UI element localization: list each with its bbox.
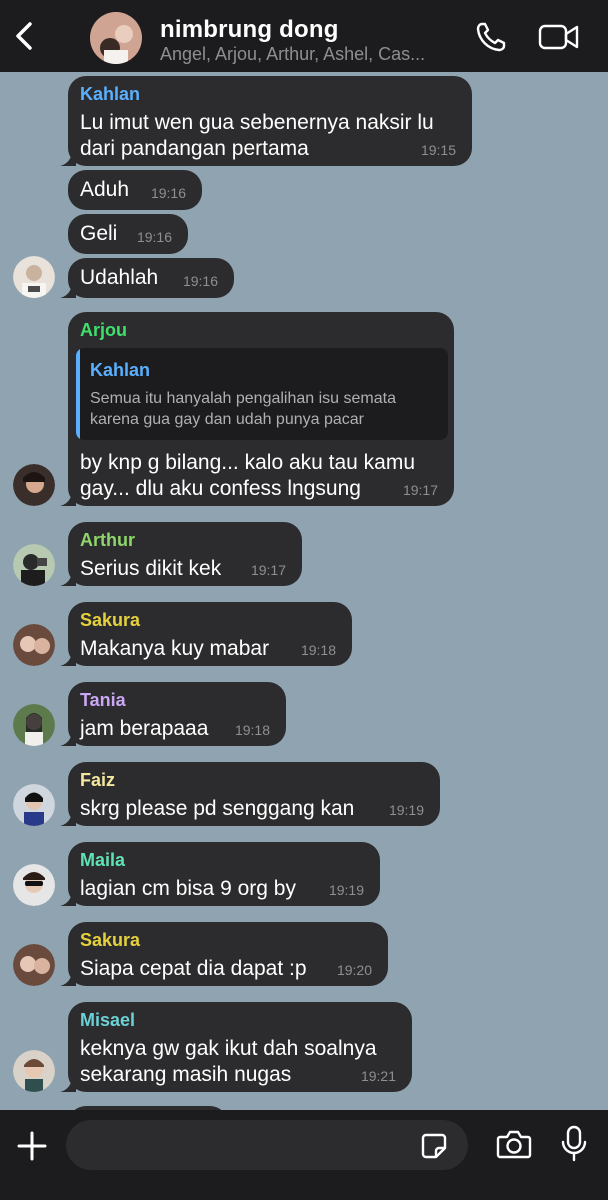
chat-header: nimbrung dong Angel, Arjou, Arthur, Ashe… — [0, 0, 608, 72]
message-bubble[interactable]: Udahlah 19:16 — [68, 258, 234, 298]
group-members[interactable]: Angel, Arjou, Arthur, Ashel, Cas... — [160, 44, 425, 65]
message-text: skrg please pd senggang kan — [80, 797, 355, 820]
sender-name: Sakura — [80, 930, 141, 950]
message-bubble[interactable]: Arjou Kahlan Semua itu hanyalah pengalih… — [68, 312, 454, 506]
message-bubble[interactable]: Sakura Siapa cepat dia dapat :p 19:20 — [68, 922, 388, 986]
message-time: 19:18 — [300, 642, 336, 658]
avatar[interactable] — [13, 864, 55, 906]
message-text: dari pandangan pertama — [80, 137, 309, 160]
sticker-icon — [421, 1133, 447, 1159]
message-text: Geli — [80, 222, 118, 245]
group-avatar[interactable] — [90, 12, 142, 64]
message-bubble[interactable]: Misael keknya gw gak ikut dah soalnya se… — [68, 1002, 412, 1092]
message-time: 19:15 — [420, 142, 456, 158]
message-bubble[interactable]: Geli 19:16 — [68, 214, 188, 254]
avatar[interactable] — [13, 784, 55, 826]
message-time: 19:16 — [182, 273, 218, 289]
back-button[interactable] — [10, 18, 40, 54]
sender-name: Faiz — [80, 770, 116, 790]
message-time: 19:17 — [402, 482, 438, 498]
message-text: Siapa cepat dia dapat :p — [80, 957, 307, 980]
avatar[interactable] — [13, 944, 55, 986]
sender-name: Sakura — [80, 610, 141, 630]
sender-name: Maila — [80, 850, 126, 870]
video-camera-icon — [538, 24, 579, 50]
avatar[interactable] — [13, 624, 55, 666]
chevron-left-icon — [16, 22, 32, 50]
reply-accent-bar — [76, 348, 80, 440]
sender-name: Arjou — [80, 320, 127, 340]
microphone-icon — [561, 1125, 587, 1162]
plus-icon — [17, 1131, 47, 1161]
sender-name: Arthur — [80, 530, 135, 550]
message-bubble[interactable]: Maila lagian cm bisa 9 org by 19:19 — [68, 842, 380, 906]
camera-button[interactable] — [496, 1128, 532, 1165]
sender-name: Misael — [80, 1010, 136, 1030]
message-text: Udahlah — [80, 266, 159, 289]
microphone-button[interactable] — [560, 1124, 588, 1169]
avatar[interactable] — [13, 256, 55, 298]
message-time: 19:16 — [136, 229, 172, 245]
call-button[interactable] — [474, 20, 508, 59]
message-bubble[interactable]: Aduh 19:16 — [68, 170, 202, 210]
phone-icon — [476, 22, 506, 52]
reply-text: karena gua gay dan udah punya pacar — [90, 411, 364, 428]
message-text: Aduh — [80, 178, 130, 201]
quoted-reply[interactable]: Kahlan Semua itu hanyalah pengalihan isu… — [76, 348, 448, 440]
message-text: Makanya kuy mabar — [80, 637, 270, 660]
message-time: 19:21 — [360, 1068, 396, 1084]
camera-icon — [496, 1130, 532, 1159]
reply-text: Semua itu hanyalah pengalihan isu semata — [90, 390, 396, 407]
message-time: 19:19 — [388, 802, 424, 818]
message-time: 19:17 — [250, 562, 286, 578]
message-text: keknya gw gak ikut dah soalnya — [80, 1037, 377, 1060]
message-bubble[interactable]: Faiz skrg please pd senggang kan 19:19 — [68, 762, 440, 826]
avatar[interactable] — [13, 464, 55, 506]
video-call-button[interactable] — [538, 22, 580, 57]
avatar[interactable] — [13, 704, 55, 746]
message-composer — [0, 1110, 608, 1200]
message-time: 19:18 — [234, 722, 270, 738]
message-text: by knp g bilang... kalo aku tau kamu — [80, 451, 416, 474]
message-text: Lu imut wen gua sebenernya naksir lu — [80, 111, 434, 134]
message-time: 19:16 — [150, 185, 186, 201]
message-text: sekarang masih nugas — [80, 1063, 292, 1086]
group-title[interactable]: nimbrung dong — [160, 16, 339, 44]
message-text: gay... dlu aku confess lngsung — [80, 477, 361, 500]
message-text: lagian cm bisa 9 org by — [80, 877, 296, 900]
message-time: 19:20 — [336, 962, 372, 978]
message-list[interactable]: Kahlan Lu imut wen gua sebenernya naksir… — [0, 72, 608, 1110]
sender-name: Tania — [80, 690, 126, 710]
message-text: jam berapaaa — [80, 717, 209, 740]
message-time: 19:19 — [328, 882, 364, 898]
message-bubble[interactable]: Arthur Serius dikit kek 19:17 — [68, 522, 302, 586]
message-bubble[interactable]: Sakura Makanya kuy mabar 19:18 — [68, 602, 352, 666]
message-input[interactable] — [66, 1120, 468, 1170]
message-text: Serius dikit kek — [80, 557, 222, 580]
avatar[interactable] — [13, 544, 55, 586]
reply-sender: Kahlan — [90, 360, 151, 380]
sender-name: Kahlan — [80, 84, 141, 104]
attach-button[interactable] — [16, 1130, 48, 1167]
avatar[interactable] — [13, 1050, 55, 1092]
message-bubble[interactable]: Tania jam berapaaa 19:18 — [68, 682, 286, 746]
message-bubble[interactable]: Kahlan Lu imut wen gua sebenernya naksir… — [68, 76, 472, 166]
sticker-button[interactable] — [420, 1132, 448, 1165]
